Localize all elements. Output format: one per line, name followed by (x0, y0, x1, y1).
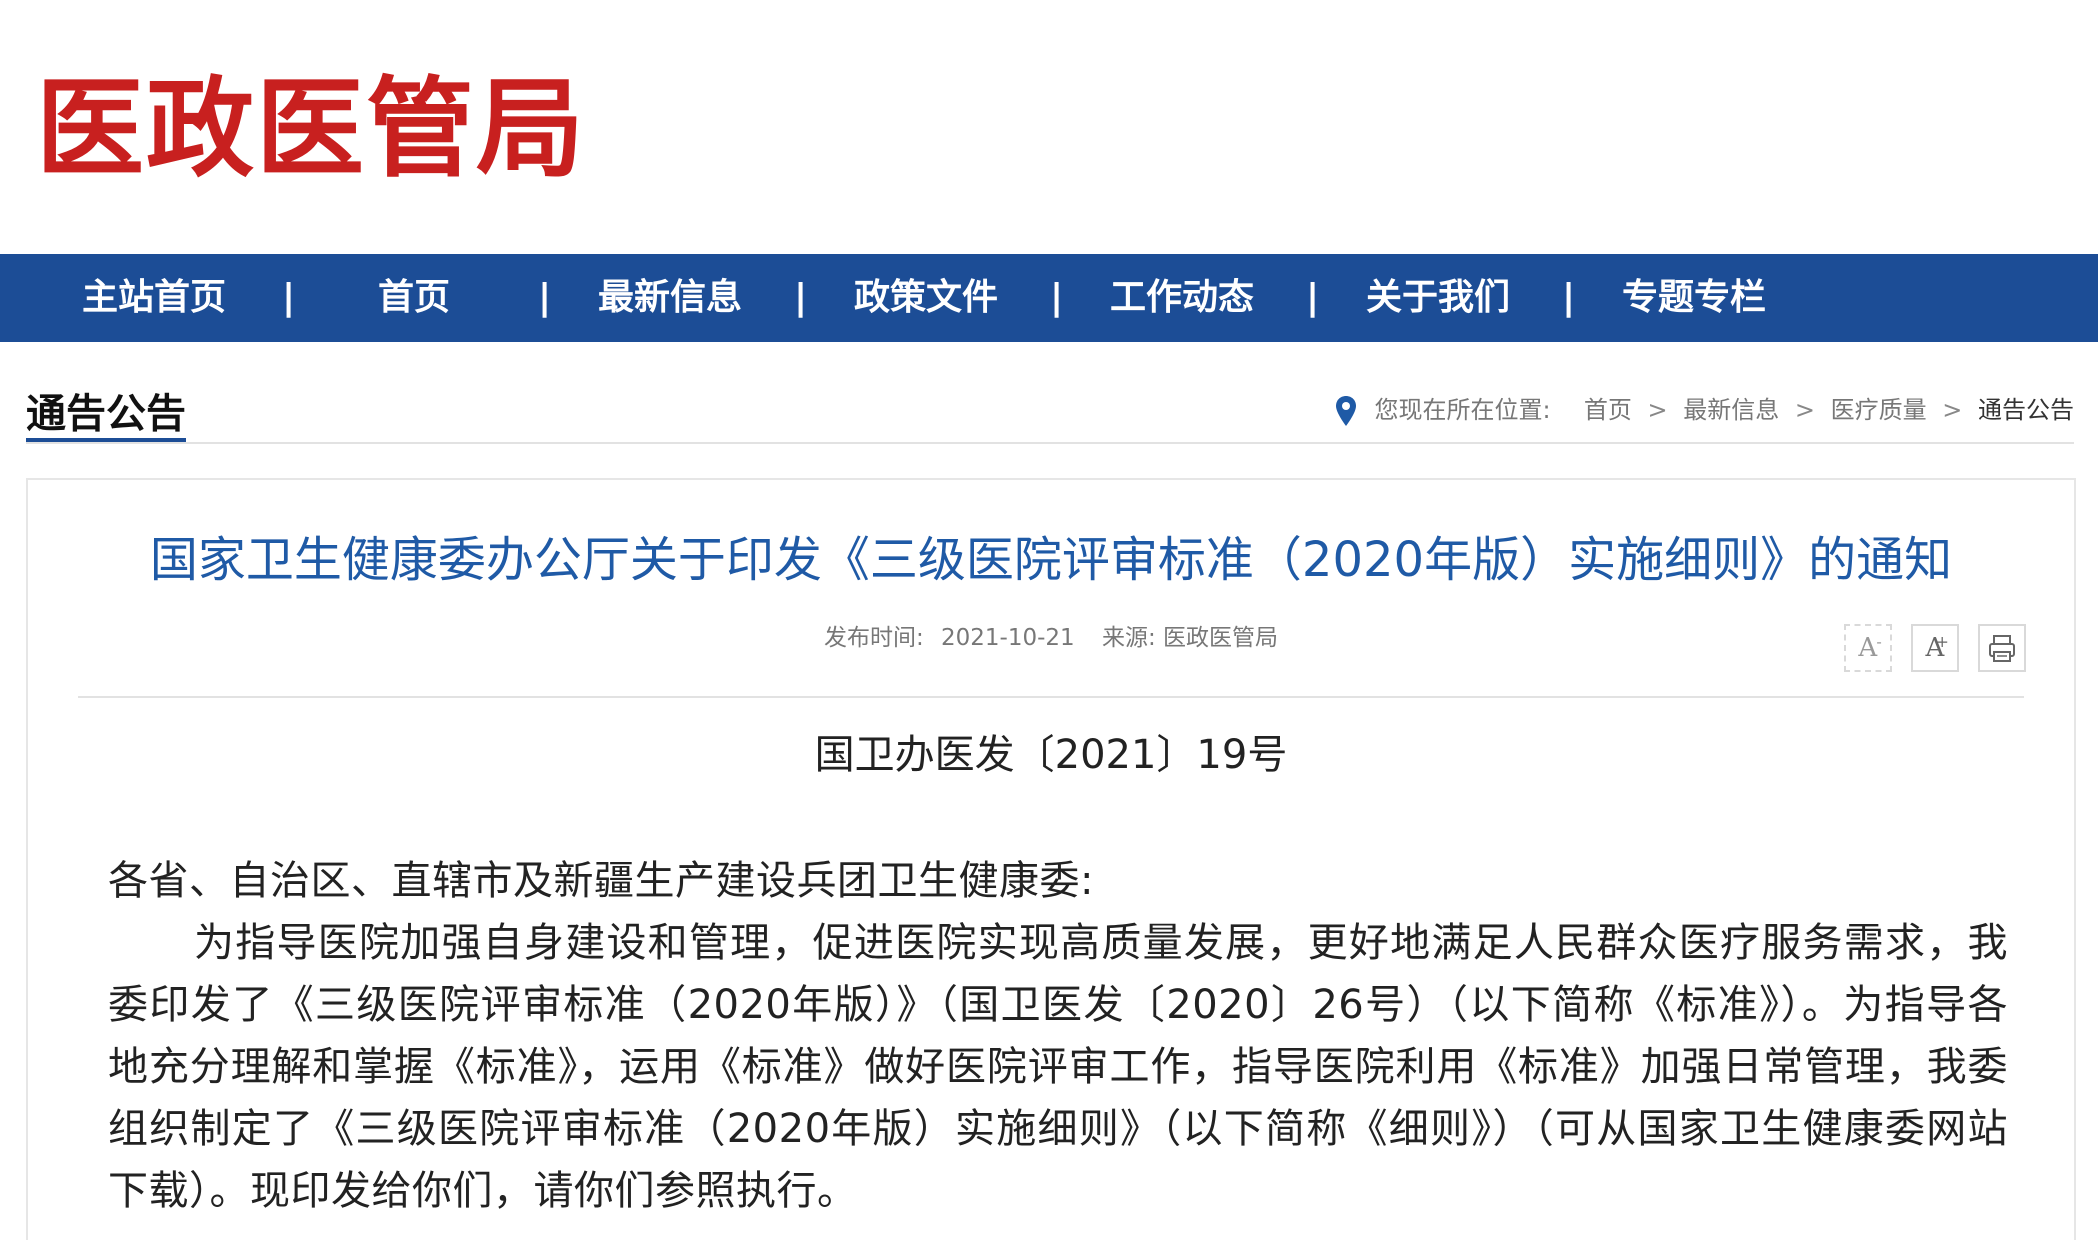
font-smaller-icon: A (1858, 633, 1878, 663)
nav-item-home[interactable]: 首页 (378, 254, 450, 342)
nav-separator: | (794, 277, 808, 318)
breadcrumb-separator: > (1647, 396, 1668, 424)
nav-item-policy[interactable]: 政策文件 (854, 254, 998, 342)
breadcrumb-quality[interactable]: 医疗质量 (1831, 396, 1927, 424)
section-divider (26, 442, 2074, 444)
breadcrumb-separator: > (1794, 396, 1815, 424)
font-smaller-button[interactable]: A- (1843, 624, 1892, 672)
article-body: 各省、自治区、直辖市及新疆生产建设兵团卫生健康委: 为指导医院加强自身建设和管理… (108, 850, 2008, 1222)
breadcrumb-latest[interactable]: 最新信息 (1683, 396, 1779, 424)
breadcrumb-home[interactable]: 首页 (1584, 396, 1632, 424)
nav-item-latest[interactable]: 最新信息 (598, 254, 742, 342)
nav-item-work[interactable]: 工作动态 (1110, 254, 1254, 342)
breadcrumb: 您现在所在位置: 首页 > 最新信息 > 医疗质量 > 通告公告 (1335, 390, 2074, 430)
salutation: 各省、自治区、直辖市及新疆生产建设兵团卫生健康委: (108, 858, 1094, 904)
nav-separator: | (1562, 277, 1576, 318)
section-title-underline (26, 438, 186, 442)
document-number: 国卫办医发〔2021〕19号 (814, 732, 1288, 778)
printer-icon (1989, 635, 2015, 662)
article-container: 国家卫生健康委办公厅关于印发《三级医院评审标准（2020年版）实施细则》的通知 … (26, 478, 2076, 1240)
breadcrumb-prefix: 您现在所在位置: (1374, 396, 1551, 424)
article-source: 来源: 医政医管局 (1101, 625, 1279, 651)
font-larger-button[interactable]: A + (1910, 624, 1959, 672)
nav-item-about[interactable]: 关于我们 (1366, 254, 1510, 342)
nav-separator: | (1050, 277, 1064, 318)
nav-separator: | (538, 277, 552, 318)
nav-item-main-home[interactable]: 主站首页 (82, 254, 226, 342)
breadcrumb-separator: > (1942, 396, 1963, 424)
article-meta: 发布时间: 2021-10-21 来源: 医政医管局 (28, 618, 2074, 658)
article-title: 国家卫生健康委办公厅关于印发《三级医院评审标准（2020年版）实施细则》的通知 (149, 532, 1953, 588)
site-header: 医政医管局 (0, 0, 2098, 254)
main-nav: 主站首页 | 首页 | 最新信息 | 政策文件 | 工作动态 | 关于我们 | … (0, 254, 2098, 342)
article-tools: A- A + (1830, 624, 2026, 672)
body-paragraph: 为指导医院加强自身建设和管理，促进医院实现高质量发展，更好地满足人民群众医疗服务… (108, 920, 2008, 1214)
nav-separator: | (282, 277, 296, 318)
breadcrumb-current[interactable]: 通告公告 (1978, 396, 2074, 424)
nav-item-special[interactable]: 专题专栏 (1622, 254, 1766, 342)
location-pin-icon (1335, 396, 1356, 426)
publish-label: 发布时间: (823, 625, 924, 651)
print-button[interactable] (1978, 624, 2026, 672)
nav-separator: | (1306, 277, 1320, 318)
site-logo[interactable]: 医政医管局 (36, 64, 586, 194)
article-divider (78, 696, 2024, 698)
publish-date: 2021-10-21 (941, 625, 1075, 651)
section-title: 通告公告 (26, 391, 186, 437)
